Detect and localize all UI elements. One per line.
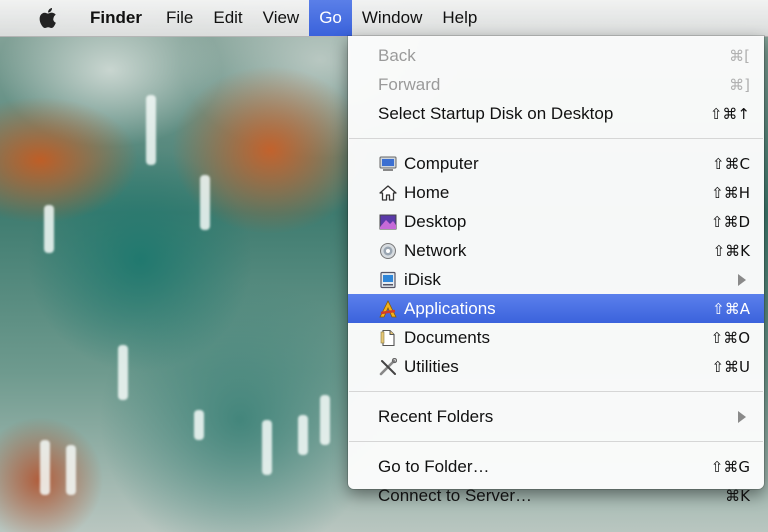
menu-edit[interactable]: Edit	[203, 0, 252, 36]
menu-item-label: Network	[404, 240, 467, 260]
documents-icon	[378, 328, 398, 348]
menu-go[interactable]: Go	[309, 0, 352, 36]
shortcut-label: ⇧⌘K	[712, 241, 750, 260]
menu-item-connect-to-server[interactable]: Connect to Server… ⌘K	[348, 481, 764, 510]
menu-item-label: Connect to Server…	[378, 485, 533, 505]
menu-bar: Finder File Edit View Go Window Help	[0, 0, 768, 37]
menu-item-label: Forward	[378, 74, 441, 94]
menu-item-label: Computer	[404, 153, 479, 173]
apple-logo-icon[interactable]	[36, 5, 62, 31]
menu-item-label: Utilities	[404, 356, 459, 376]
shortcut-label: ⌘K	[725, 486, 750, 505]
menu-view[interactable]: View	[253, 0, 310, 36]
go-menu-dropdown: Back ⌘[ Forward ⌘] Select Startup Disk o…	[348, 36, 764, 505]
applications-icon	[378, 299, 398, 319]
desktop-icon	[378, 212, 398, 232]
menu-window[interactable]: Window	[352, 0, 432, 36]
shortcut-label: ⇧⌘U	[711, 357, 750, 376]
computer-icon	[378, 154, 398, 174]
menu-separator	[349, 391, 763, 392]
submenu-arrow-icon	[738, 273, 746, 286]
menu-item-idisk[interactable]: iDisk	[348, 265, 764, 294]
menu-item-label: iDisk	[404, 269, 441, 289]
menu-item-label: Select Startup Disk on Desktop	[378, 103, 614, 123]
network-icon	[378, 241, 398, 261]
shortcut-label: ⌘]	[729, 75, 750, 94]
shortcut-label: ⇧⌘↑	[709, 104, 750, 123]
menu-item-desktop[interactable]: Desktop ⇧⌘D	[348, 207, 764, 236]
menu-item-label: Documents	[404, 327, 490, 347]
shortcut-label: ⇧⌘H	[711, 183, 750, 202]
submenu-arrow-icon	[738, 410, 746, 423]
menu-item-label: Go to Folder…	[378, 456, 490, 476]
menu-item-label: Desktop	[404, 211, 467, 231]
menu-file[interactable]: File	[156, 0, 203, 36]
menu-item-utilities[interactable]: Utilities ⇧⌘U	[348, 352, 764, 381]
shortcut-label: ⇧⌘G	[710, 457, 750, 476]
menu-item-label: Home	[404, 182, 450, 202]
shortcut-label: ⌘[	[729, 46, 750, 65]
menu-item-go-to-folder[interactable]: Go to Folder… ⇧⌘G	[348, 452, 764, 481]
shortcut-label: ⇧⌘O	[710, 328, 750, 347]
menu-item-applications[interactable]: Applications ⇧⌘A	[348, 294, 764, 323]
shortcut-label: ⇧⌘D	[710, 212, 750, 231]
home-icon	[378, 183, 398, 203]
menu-separator	[349, 138, 763, 139]
menu-item-back[interactable]: Back ⌘[	[348, 41, 764, 70]
menu-item-recent-folders[interactable]: Recent Folders	[348, 402, 764, 431]
idisk-icon	[378, 270, 398, 290]
menu-item-documents[interactable]: Documents ⇧⌘O	[348, 323, 764, 352]
menu-separator	[349, 441, 763, 442]
shortcut-label: ⇧⌘C	[711, 154, 750, 173]
menu-finder[interactable]: Finder	[80, 0, 156, 36]
shortcut-label: ⇧⌘A	[712, 299, 750, 318]
menu-item-home[interactable]: Home ⇧⌘H	[348, 178, 764, 207]
menu-item-forward[interactable]: Forward ⌘]	[348, 70, 764, 99]
menu-item-label: Back	[378, 45, 416, 65]
menu-item-select-startup-disk[interactable]: Select Startup Disk on Desktop ⇧⌘↑	[348, 99, 764, 128]
menu-item-network[interactable]: Network ⇧⌘K	[348, 236, 764, 265]
menu-item-label: Recent Folders	[378, 406, 494, 426]
menu-item-label: Applications	[404, 298, 496, 318]
utilities-icon	[378, 357, 398, 377]
menu-help[interactable]: Help	[432, 0, 487, 36]
menu-item-computer[interactable]: Computer ⇧⌘C	[348, 149, 764, 178]
